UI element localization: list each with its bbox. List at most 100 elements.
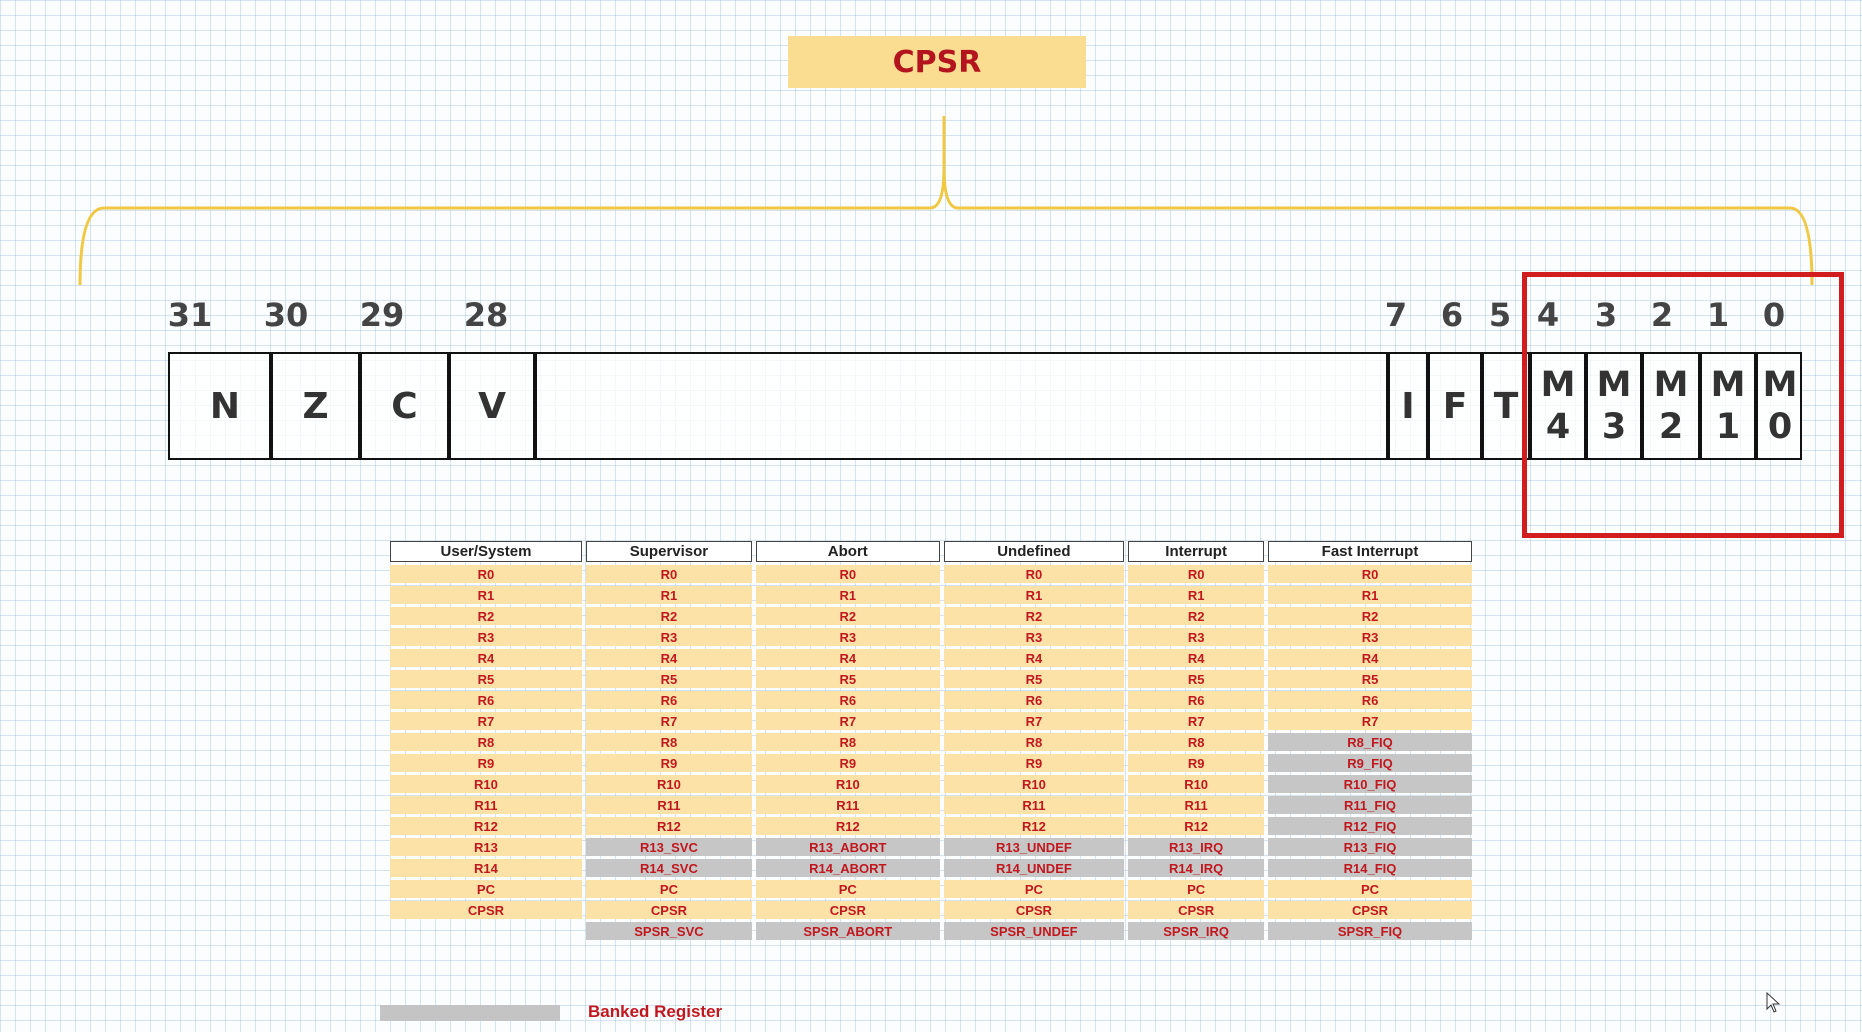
banked-register-cell: SPSR_ABORT xyxy=(755,922,940,940)
banked-register-cell: R13_FIQ xyxy=(1268,838,1472,856)
register-cell: R11 xyxy=(1128,796,1265,814)
register-cell: PC xyxy=(1128,880,1265,898)
register-cell: R0 xyxy=(755,565,940,583)
table-row: R13 R13_SVC R13_ABORT R13_UNDEF R13_IRQ R13_F… xyxy=(390,838,1472,856)
banked-register-cell: R14_IRQ xyxy=(1128,859,1265,877)
register-cell: R7 xyxy=(390,712,582,730)
table-row: SPSR_SVC SPSR_ABORT SPSR_UNDEF SPSR_IRQ SPSR… xyxy=(390,922,1472,940)
register-cell: R10 xyxy=(755,775,940,793)
register-cell: R0 xyxy=(943,565,1125,583)
register-cell: R6 xyxy=(1268,691,1472,709)
register-cell: CPSR xyxy=(1128,901,1265,919)
register-cell: R0 xyxy=(1128,565,1265,583)
register-cell: R8 xyxy=(943,733,1125,751)
header-abort: Abort xyxy=(755,541,940,562)
register-cell: R8 xyxy=(585,733,752,751)
banked-register-cell: R11_FIQ xyxy=(1268,796,1472,814)
banked-register-cell: SPSR_UNDEF xyxy=(943,922,1125,940)
flag-i: I xyxy=(1401,385,1415,427)
mode-bits-highlight xyxy=(1522,272,1844,538)
register-cell: R3 xyxy=(755,628,940,646)
register-cell: R4 xyxy=(755,649,940,667)
register-cell: R12 xyxy=(943,817,1125,835)
table-row: R7 R7 R7 R7 R7 R7 xyxy=(390,712,1472,730)
register-cell: R1 xyxy=(943,586,1125,604)
banked-register-cell: R14_ABORT xyxy=(755,859,940,877)
register-cell: R4 xyxy=(943,649,1125,667)
register-cell: PC xyxy=(943,880,1125,898)
register-cell: R2 xyxy=(585,607,752,625)
register-cell: R1 xyxy=(390,586,582,604)
register-cell: R8 xyxy=(755,733,940,751)
register-cell: R5 xyxy=(390,670,582,688)
banked-register-cell: R13_SVC xyxy=(585,838,752,856)
register-cell: R12 xyxy=(585,817,752,835)
brace-connector xyxy=(78,116,1814,286)
table-row: R3 R3 R3 R3 R3 R3 xyxy=(390,628,1472,646)
register-cell: R7 xyxy=(585,712,752,730)
banked-register-cell: R13_IRQ xyxy=(1128,838,1265,856)
register-bank-table: User/System Supervisor Abort Undefined I… xyxy=(386,538,1476,943)
register-cell: R4 xyxy=(1128,649,1265,667)
register-cell: R8 xyxy=(390,733,582,751)
register-cell: R13 xyxy=(390,838,582,856)
register-cell: R12 xyxy=(390,817,582,835)
bit-number-28: 28 xyxy=(463,296,509,334)
table-header-row: User/System Supervisor Abort Undefined I… xyxy=(390,541,1472,562)
register-cell: R6 xyxy=(755,691,940,709)
table-row: R6 R6 R6 R6 R6 R6 xyxy=(390,691,1472,709)
register-cell: R3 xyxy=(390,628,582,646)
banked-register-cell: SPSR_SVC xyxy=(585,922,752,940)
register-cell: R1 xyxy=(1128,586,1265,604)
register-cell: CPSR xyxy=(585,901,752,919)
register-cell: R10 xyxy=(585,775,752,793)
banked-register-cell: R13_ABORT xyxy=(755,838,940,856)
table-row: R0 R0 R0 R0 R0 R0 xyxy=(390,565,1472,583)
table-row: R9 R9 R9 R9 R9 R9_FIQ xyxy=(390,754,1472,772)
banked-register-cell: R8_FIQ xyxy=(1268,733,1472,751)
register-cell: R4 xyxy=(390,649,582,667)
register-cell: R9 xyxy=(585,754,752,772)
register-cell: R2 xyxy=(1268,607,1472,625)
register-cell: R6 xyxy=(1128,691,1265,709)
banked-register-cell: R12_FIQ xyxy=(1268,817,1472,835)
register-cell: R11 xyxy=(943,796,1125,814)
table-row: R10 R10 R10 R10 R10 R10_FIQ xyxy=(390,775,1472,793)
register-cell: R0 xyxy=(390,565,582,583)
flag-v: V xyxy=(478,385,506,427)
register-cell: R5 xyxy=(1268,670,1472,688)
register-cell: CPSR xyxy=(1268,901,1472,919)
register-cell: R11 xyxy=(755,796,940,814)
empty-cell xyxy=(390,922,582,940)
bit-number-30: 30 xyxy=(263,296,309,334)
register-cell: R4 xyxy=(1268,649,1472,667)
register-cell: R7 xyxy=(1128,712,1265,730)
header-user-system: User/System xyxy=(390,541,582,562)
table-row: R1 R1 R1 R1 R1 R1 xyxy=(390,586,1472,604)
banked-register-cell: R13_UNDEF xyxy=(943,838,1125,856)
register-cell: R5 xyxy=(585,670,752,688)
bit-number-29: 29 xyxy=(359,296,405,334)
register-cell: R9 xyxy=(1128,754,1265,772)
header-interrupt: Interrupt xyxy=(1128,541,1265,562)
register-cell: R5 xyxy=(943,670,1125,688)
register-cell: R3 xyxy=(943,628,1125,646)
banked-legend-swatch xyxy=(380,1005,560,1021)
register-cell: R10 xyxy=(390,775,582,793)
register-cell: R8 xyxy=(1128,733,1265,751)
register-cell: PC xyxy=(1268,880,1472,898)
register-cell: CPSR xyxy=(390,901,582,919)
flag-n: N xyxy=(209,385,241,427)
register-cell: R6 xyxy=(390,691,582,709)
table-row: R2 R2 R2 R2 R2 R2 xyxy=(390,607,1472,625)
register-cell: R3 xyxy=(1268,628,1472,646)
bit-number-31: 31 xyxy=(167,296,213,334)
bit-number-7: 7 xyxy=(1384,296,1408,334)
register-cell: R2 xyxy=(390,607,582,625)
register-cell: R7 xyxy=(1268,712,1472,730)
banked-register-cell: R9_FIQ xyxy=(1268,754,1472,772)
flag-c: C xyxy=(391,385,418,427)
register-cell: R0 xyxy=(585,565,752,583)
register-cell: R1 xyxy=(1268,586,1472,604)
register-cell: R0 xyxy=(1268,565,1472,583)
